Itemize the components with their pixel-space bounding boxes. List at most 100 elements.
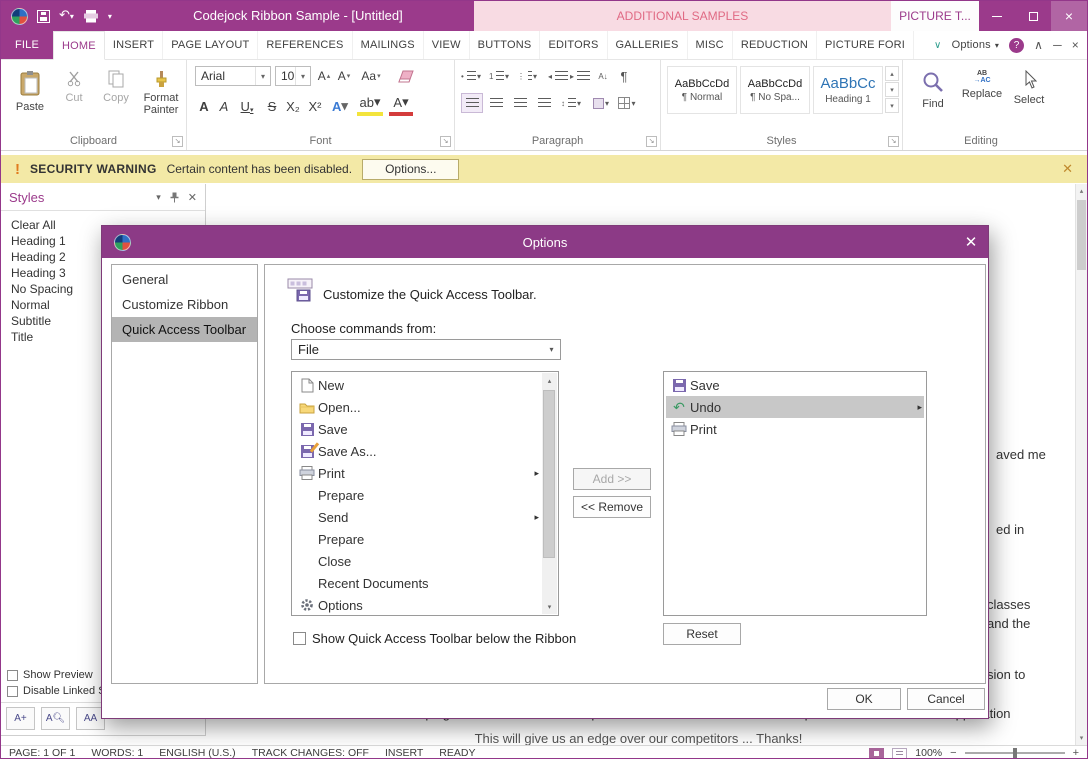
change-case-button[interactable]: Aa▾ <box>357 66 385 86</box>
new-style-button[interactable]: A+ <box>6 707 35 730</box>
replace-button[interactable]: AB→AC Replace <box>959 64 1005 136</box>
font-dialog-launcher[interactable]: ↘ <box>440 136 451 147</box>
styles-dialog-launcher[interactable]: ↘ <box>888 136 899 147</box>
clipboard-dialog-launcher[interactable]: ↘ <box>172 136 183 147</box>
nav-item-customize-ribbon[interactable]: Customize Ribbon <box>112 292 257 317</box>
font-size-combo[interactable]: 10▾ <box>275 66 311 86</box>
scroll-up-icon[interactable]: ▴ <box>542 373 557 388</box>
qat-listbox[interactable]: Save ↶ Undo ▸ Print <box>663 371 927 616</box>
align-left-button[interactable] <box>461 93 483 113</box>
undo-icon[interactable]: ↶▾ <box>59 0 74 32</box>
italic-button[interactable]: A <box>215 94 233 116</box>
tab-home[interactable]: HOME <box>53 31 105 60</box>
line-spacing-button[interactable]: ↕▾ <box>561 93 583 113</box>
tab-misc[interactable]: MISC <box>688 31 733 59</box>
command-item-open[interactable]: Open... <box>294 396 541 418</box>
command-item-close[interactable]: Close <box>294 550 541 572</box>
command-item-new[interactable]: New <box>294 374 541 396</box>
strikethrough-button[interactable]: S <box>263 94 281 116</box>
tab-file[interactable]: FILE <box>1 31 53 59</box>
tab-editors[interactable]: EDITORS <box>540 31 607 59</box>
tab-galleries[interactable]: GALLERIES <box>608 31 688 59</box>
bold-button[interactable]: A <box>195 94 213 116</box>
pane-close-icon[interactable]: ✕ <box>188 191 197 204</box>
highlight-button[interactable]: ab▾ <box>357 94 383 116</box>
style-normal[interactable]: AaBbCcDd ¶ Normal <box>667 66 737 114</box>
multilevel-list-button[interactable]: ⋮▾ <box>517 66 539 86</box>
chevron-down-icon[interactable]: ∨ <box>934 40 942 51</box>
zoom-slider[interactable] <box>965 752 1065 754</box>
commands-scrollbar[interactable]: ▴ ▾ <box>542 373 557 614</box>
warning-options-button[interactable]: Options... <box>362 159 459 180</box>
status-track-changes[interactable]: TRACK CHANGES: OFF <box>252 747 369 759</box>
status-words[interactable]: WORDS: 1 <box>91 747 143 759</box>
command-item-prepare[interactable]: Prepare <box>294 484 541 506</box>
tab-references[interactable]: REFERENCES <box>258 31 352 59</box>
minimize-button[interactable] <box>979 1 1015 31</box>
sort-button[interactable]: A↓ <box>593 66 615 86</box>
collapse-ribbon-icon[interactable]: ∧ <box>1034 38 1043 52</box>
nav-item-quick-access-toolbar[interactable]: Quick Access Toolbar <box>112 317 257 342</box>
font-family-combo[interactable]: Arial▾ <box>195 66 271 86</box>
remove-button[interactable]: << Remove <box>573 496 651 518</box>
tab-view[interactable]: VIEW <box>424 31 470 59</box>
paragraph-dialog-launcher[interactable]: ↘ <box>646 136 657 147</box>
document-scrollbar[interactable]: ▴ ▾ <box>1075 184 1087 745</box>
align-center-button[interactable] <box>485 93 507 113</box>
show-paragraph-marks-button[interactable]: ¶ <box>613 66 635 86</box>
gallery-more-icon[interactable]: ▾ <box>885 98 899 113</box>
nav-item-general[interactable]: General <box>112 267 257 292</box>
underline-button[interactable]: U▾ <box>235 94 259 116</box>
reset-button[interactable]: Reset <box>663 623 741 645</box>
borders-button[interactable]: ▾ <box>617 93 639 113</box>
justify-button[interactable] <box>533 93 555 113</box>
add-button[interactable]: Add >> <box>573 468 651 490</box>
show-qat-below-checkbox[interactable]: Show Quick Access Toolbar below the Ribb… <box>293 631 576 646</box>
maximize-button[interactable] <box>1015 1 1051 31</box>
zoom-in-button[interactable]: + <box>1073 747 1079 759</box>
scrollbar-thumb[interactable] <box>1077 200 1086 270</box>
dialog-close-icon[interactable]: ✕ <box>954 226 988 258</box>
tab-insert[interactable]: INSERT <box>105 31 163 59</box>
zoom-level[interactable]: 100% <box>915 747 942 759</box>
status-page[interactable]: PAGE: 1 OF 1 <box>9 747 75 759</box>
status-language[interactable]: ENGLISH (U.S.) <box>159 747 235 759</box>
web-layout-view-icon[interactable] <box>892 748 907 759</box>
grow-font-button[interactable]: A▴ <box>315 66 333 86</box>
tab-additional-samples[interactable]: ADDITIONAL SAMPLES <box>474 1 891 31</box>
paste-button[interactable]: Paste <box>9 64 51 136</box>
command-item-print[interactable]: Print ▸ <box>294 462 541 484</box>
scroll-up-icon[interactable]: ▴ <box>1076 184 1087 198</box>
bullet-list-button[interactable]: •▾ <box>461 66 483 86</box>
tab-picture-format[interactable]: PICTURE FORI <box>817 31 914 59</box>
command-item-save-as[interactable]: Save As... <box>294 440 541 462</box>
qat-customize-icon[interactable]: ▾ <box>108 12 112 21</box>
style-no-spacing[interactable]: AaBbCcDd ¶ No Spa... <box>740 66 810 114</box>
command-item-recent-documents[interactable]: Recent Documents <box>294 572 541 594</box>
save-icon[interactable] <box>37 10 50 23</box>
warning-close-icon[interactable]: ✕ <box>1062 161 1073 177</box>
text-effects-button[interactable]: A▾ <box>329 94 351 116</box>
font-color-button[interactable]: A▾ <box>389 94 413 116</box>
pane-dropdown-icon[interactable]: ▾ <box>156 192 161 203</box>
tab-buttons[interactable]: BUTTONS <box>470 31 541 59</box>
qat-item-undo[interactable]: ↶ Undo ▸ <box>666 396 924 418</box>
tab-picture-t[interactable]: PICTURE T... <box>891 1 979 31</box>
app-logo-icon[interactable] <box>11 8 28 25</box>
numbered-list-button[interactable]: 1▾ <box>489 66 511 86</box>
gallery-down-icon[interactable]: ▾ <box>885 82 899 97</box>
help-icon[interactable]: ? <box>1009 38 1024 53</box>
ok-button[interactable]: OK <box>827 688 901 710</box>
print-icon[interactable] <box>83 9 99 23</box>
copy-button[interactable]: Copy <box>95 64 137 136</box>
superscript-button[interactable]: X² <box>305 94 325 116</box>
style-heading1[interactable]: AaBbCc Heading 1 <box>813 66 883 114</box>
subscript-button[interactable]: X₂ <box>283 94 303 116</box>
ribbon-options-button[interactable]: Options▾ <box>952 39 1000 51</box>
align-right-button[interactable] <box>509 93 531 113</box>
format-painter-button[interactable]: Format Painter <box>137 64 185 136</box>
command-item-prepare2[interactable]: Prepare <box>294 528 541 550</box>
shrink-font-button[interactable]: A▾ <box>335 66 353 86</box>
tab-reduction[interactable]: REDUCTION <box>733 31 817 59</box>
shading-button[interactable]: ▾ <box>591 93 613 113</box>
